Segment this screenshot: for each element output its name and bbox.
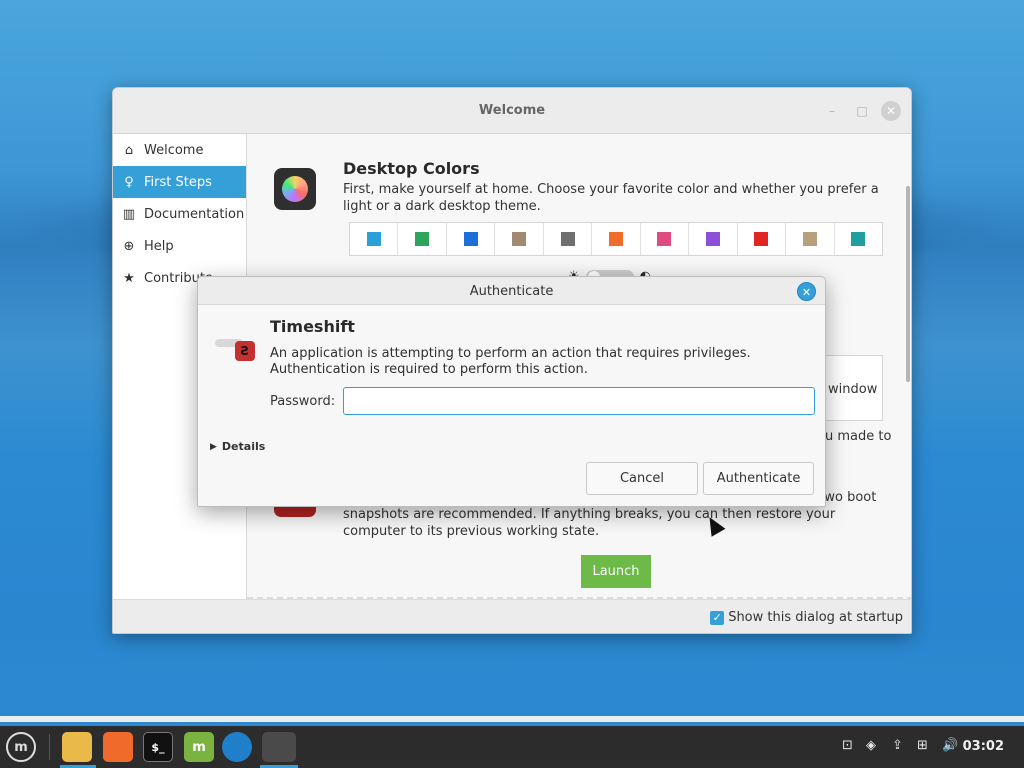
- color-swatch[interactable]: [350, 223, 399, 255]
- expand-arrow-icon: ▶: [210, 441, 217, 452]
- swatch-color: [560, 232, 575, 246]
- swatch-color: [754, 232, 769, 246]
- notes-icon[interactable]: ⊡: [842, 738, 853, 753]
- details-expander[interactable]: ▶ Details: [210, 440, 265, 453]
- dialog-message: An application is attempting to perform …: [270, 346, 751, 377]
- authentication-keys-icon[interactable]: [262, 732, 296, 762]
- dialog-title: Authenticate: [469, 284, 554, 299]
- sidebar-item-documentation[interactable]: ▥ Documentation: [113, 198, 246, 230]
- color-swatch[interactable]: [398, 223, 447, 255]
- book-icon: ▥: [122, 206, 136, 222]
- color-swatch[interactable]: [447, 223, 496, 255]
- color-swatch[interactable]: [544, 223, 593, 255]
- welcome-footer: ✓ Show this dialog at startup: [113, 599, 911, 633]
- swatch-color: [608, 232, 623, 246]
- swatch-color: [657, 232, 672, 246]
- files-icon[interactable]: [62, 732, 92, 762]
- password-input[interactable]: [343, 387, 815, 415]
- update-manager-icon[interactable]: ⇪: [892, 738, 903, 753]
- swatch-color: [366, 232, 381, 246]
- swatch-color: [802, 232, 817, 246]
- welcome-titlebar[interactable]: Welcome – □ ✕: [113, 88, 911, 134]
- dialog-heading: Timeshift: [270, 317, 355, 336]
- layout-option-label: window: [828, 382, 878, 397]
- authenticate-dialog: Authenticate ✕ Ƨ Timeshift An applicatio…: [197, 276, 826, 507]
- sidebar-item-label: Documentation: [144, 206, 245, 222]
- mint-welcome-icon[interactable]: m: [184, 732, 214, 762]
- firefox-icon[interactable]: [103, 732, 133, 762]
- swatch-color: [512, 232, 527, 246]
- swatch-color: [705, 232, 720, 246]
- color-swatch[interactable]: [835, 223, 882, 255]
- details-label: Details: [221, 440, 266, 453]
- edge-browser-icon[interactable]: [222, 732, 252, 762]
- sidebar-item-label: Welcome: [144, 142, 204, 158]
- cancel-button[interactable]: Cancel: [586, 462, 698, 495]
- swatch-color: [463, 232, 478, 246]
- timeshift-badge-icon: Ƨ: [235, 341, 255, 361]
- show-at-startup-label: Show this dialog at startup: [728, 610, 903, 625]
- lightbulb-icon: ♀: [124, 174, 134, 190]
- taskbar-separator: [49, 734, 50, 760]
- color-swatches: [349, 222, 883, 256]
- show-at-startup-checkbox[interactable]: ✓: [710, 610, 725, 625]
- color-flower-icon: [282, 176, 308, 202]
- shield-icon[interactable]: ◈: [866, 738, 876, 753]
- close-dialog-button[interactable]: ✕: [797, 282, 816, 301]
- desktop-strip: [0, 716, 1024, 722]
- network-icon[interactable]: ⊞: [917, 738, 928, 753]
- sidebar-item-welcome[interactable]: ⌂ Welcome: [113, 134, 246, 166]
- desktop-colors-description: First, make yourself at home. Choose you…: [343, 182, 879, 214]
- desktop-colors-title: Desktop Colors: [343, 159, 480, 178]
- authenticate-titlebar[interactable]: Authenticate ✕: [198, 277, 825, 305]
- color-swatch[interactable]: [786, 223, 835, 255]
- partial-text: u made to: [825, 429, 892, 444]
- volume-icon[interactable]: 🔊: [942, 738, 958, 753]
- color-swatch[interactable]: [592, 223, 641, 255]
- home-icon: ⌂: [124, 142, 134, 158]
- color-swatch[interactable]: [689, 223, 738, 255]
- keys-icon: Ƨ: [215, 335, 259, 365]
- show-at-startup-option[interactable]: ✓ Show this dialog at startup: [710, 610, 903, 625]
- authenticate-button[interactable]: Authenticate: [703, 462, 814, 495]
- minimize-button[interactable]: –: [823, 102, 841, 120]
- swatch-color: [851, 232, 866, 246]
- taskbar: m $_ m ⊡ ◈ ⇪ ⊞ 🔊 03:02: [0, 726, 1024, 768]
- swatch-color: [415, 232, 430, 246]
- launch-button[interactable]: Launch: [581, 555, 651, 588]
- sidebar-item-first-steps[interactable]: ♀ First Steps: [113, 166, 246, 198]
- close-window-button[interactable]: ✕: [881, 101, 901, 121]
- lifebuoy-icon: ⊕: [123, 238, 135, 254]
- content-scrollbar[interactable]: [906, 186, 910, 382]
- terminal-icon[interactable]: $_: [143, 732, 173, 762]
- color-swatch[interactable]: [641, 223, 690, 255]
- desktop-colors-icon: [274, 168, 316, 210]
- star-icon: ★: [123, 270, 135, 286]
- sidebar-item-label: Help: [144, 238, 174, 254]
- maximize-button[interactable]: □: [853, 102, 871, 120]
- color-swatch[interactable]: [738, 223, 787, 255]
- sidebar-item-label: First Steps: [144, 174, 212, 190]
- password-label: Password:: [270, 394, 336, 409]
- menu-button[interactable]: m: [6, 732, 36, 762]
- window-title: Welcome: [478, 103, 546, 118]
- sidebar-item-help[interactable]: ⊕ Help: [113, 230, 246, 262]
- clock[interactable]: 03:02: [963, 739, 1004, 754]
- color-swatch[interactable]: [495, 223, 544, 255]
